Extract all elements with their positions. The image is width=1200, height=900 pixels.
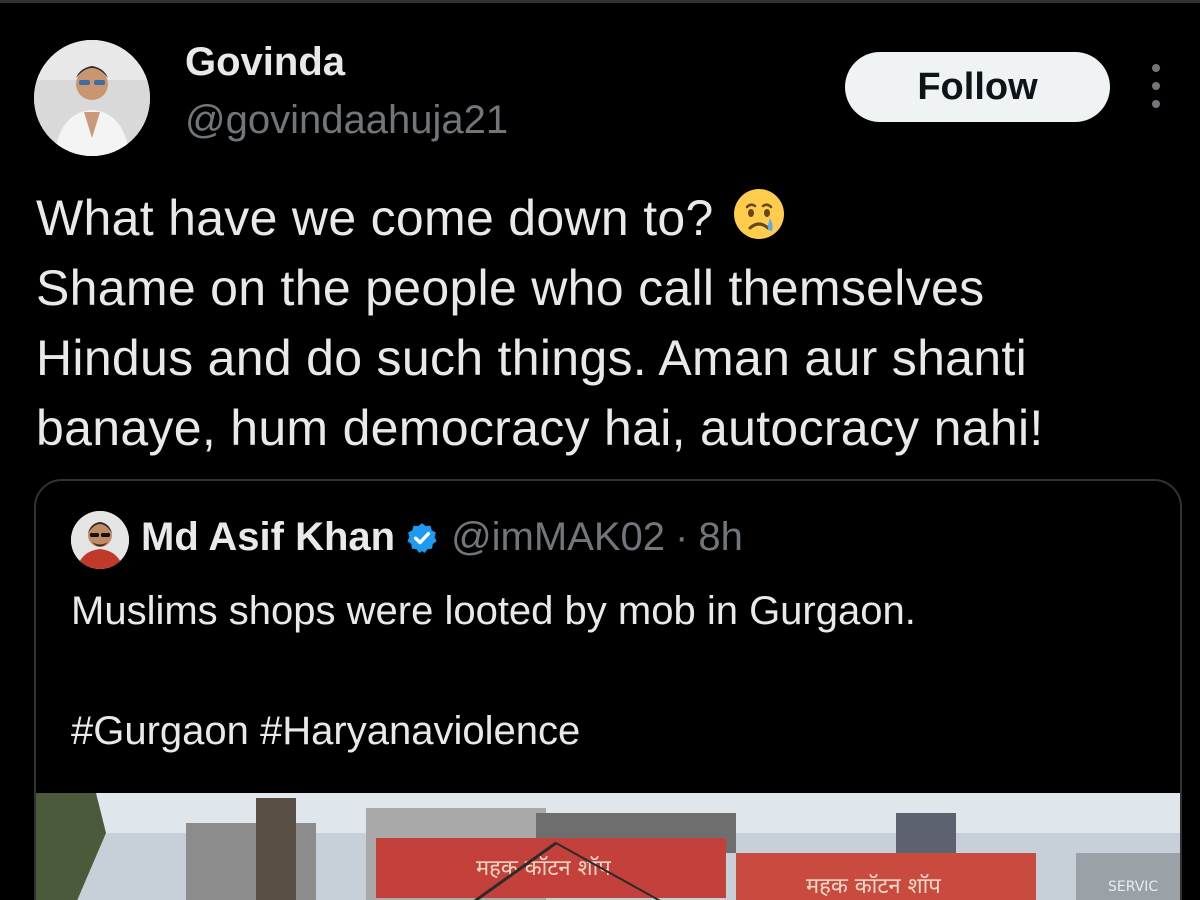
follow-button[interactable]: Follow <box>845 52 1110 122</box>
tweet-line: Shame on the people who call themselves <box>36 260 985 316</box>
shop-sign-1: महक कॉटन शॉप <box>476 855 611 881</box>
quoted-author-handle[interactable]: @imMAK02 <box>451 515 665 560</box>
quoted-timestamp[interactable]: 8h <box>698 515 743 560</box>
quoted-hashtags[interactable]: #Gurgaon #Haryanaviolence <box>71 701 580 761</box>
shop-sign-2: महक कॉटन शॉप <box>806 873 941 899</box>
quoted-author-name[interactable]: Md Asif Khan <box>141 515 395 560</box>
tweet-text: What have we come down to? Shame on the … <box>36 183 1186 463</box>
avatar-photo <box>34 40 150 156</box>
separator-dot: · <box>675 515 689 559</box>
more-options-icon[interactable] <box>1142 64 1170 108</box>
tweet-line: What have we come down to? <box>36 183 1186 253</box>
author-name[interactable]: Govinda <box>185 40 345 85</box>
tweet-line: Hindus and do such things. Aman aur shan… <box>36 330 1027 386</box>
verified-badge-icon <box>407 522 437 553</box>
quoted-tweet-card[interactable]: Md Asif Khan @imMAK02 · 8h Muslims shops… <box>34 479 1182 900</box>
shop-sign-3: SERVIC <box>1108 879 1158 895</box>
quoted-media-image[interactable]: महक कॉटन शॉप महक कॉटन शॉप SERVIC <box>36 793 1180 900</box>
divider <box>0 0 1200 3</box>
quoted-text: Muslims shops were looted by mob in Gurg… <box>71 589 916 633</box>
quoted-header: Md Asif Khan @imMAK02 · 8h <box>141 515 743 560</box>
author-handle[interactable]: @govindaahuja21 <box>185 98 508 143</box>
tweet-line: banaye, hum democracy hai, autocracy nah… <box>36 400 1044 456</box>
street-photo: महक कॉटन शॉप महक कॉटन शॉप SERVIC <box>36 793 1180 900</box>
quoted-author-avatar[interactable] <box>71 511 129 569</box>
avatar-photo <box>71 511 129 569</box>
tweet-page: Govinda @govindaahuja21 Follow What have… <box>0 0 1200 900</box>
crying-face-icon <box>733 189 784 239</box>
author-avatar[interactable] <box>34 40 150 156</box>
